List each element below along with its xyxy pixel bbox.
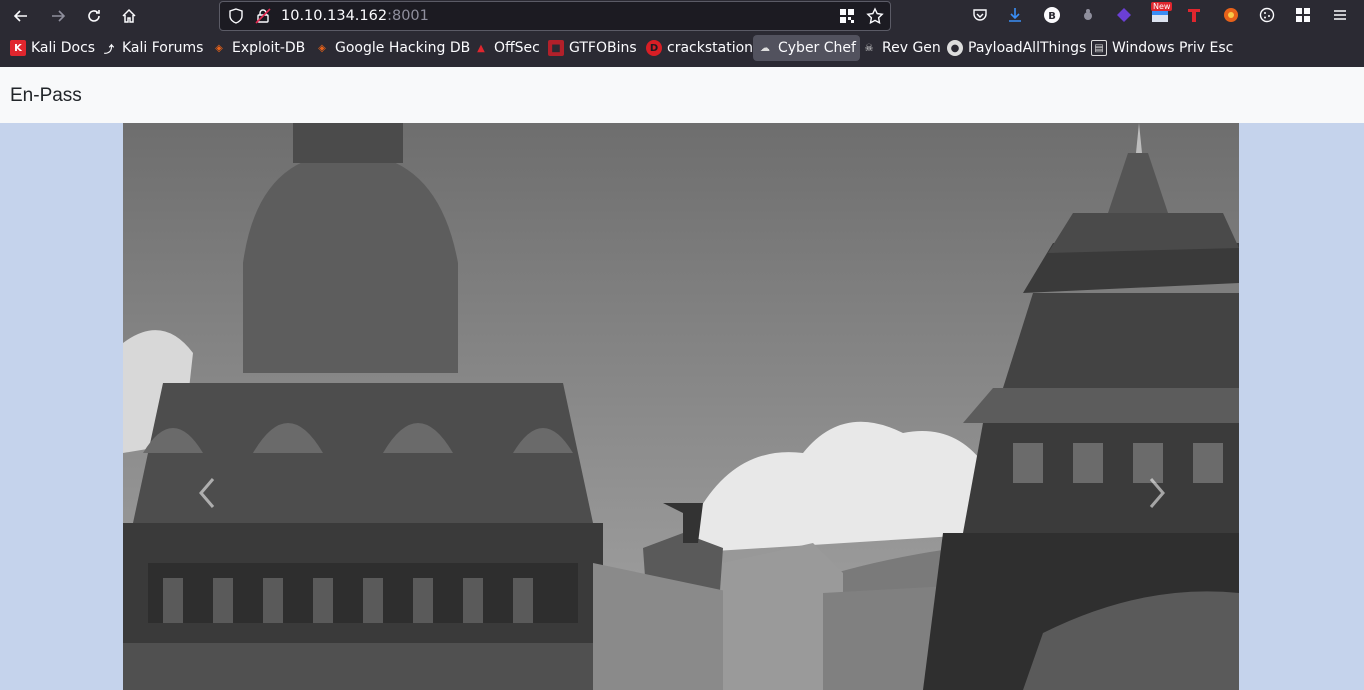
bookmark-crackstation[interactable]: Dcrackstation [642, 35, 757, 61]
url-host: 10.10.134.162 [281, 8, 388, 24]
hamburger-menu-icon[interactable] [1330, 5, 1350, 25]
bookmark-kali-docs[interactable]: K Kali Docs [6, 35, 99, 61]
gtfobins-icon: ■ [548, 40, 564, 56]
kali-dragon-icon: ⤴ [104, 44, 114, 56]
chevron-right-icon [1149, 478, 1165, 508]
reload-icon [88, 10, 100, 22]
image-carousel [123, 123, 1239, 690]
pocket-icon[interactable] [970, 5, 990, 25]
home-icon [122, 8, 136, 23]
navbar-brand[interactable]: En-Pass [10, 85, 82, 107]
bookmark-google-hacking-db[interactable]: ◈ Google Hacking DB [310, 35, 474, 61]
bookmark-label: Google Hacking DB [335, 40, 471, 56]
temple-photo [123, 123, 1239, 690]
bookmark-label: PayloadAllThings [968, 40, 1087, 56]
chevron-left-icon [199, 478, 215, 508]
ghdb-icon: ◈ [318, 42, 326, 54]
navigation-toolbar: 10.10.134.162:8001 B New [0, 0, 1364, 32]
cookie-icon[interactable] [1257, 5, 1277, 25]
bookmark-gtfobins[interactable]: ■ GTFOBins [544, 35, 641, 61]
purple-extension-icon[interactable] [1114, 5, 1134, 25]
bookmark-label: Cyber Chef [778, 40, 856, 56]
bug-icon[interactable] [1078, 5, 1098, 25]
qr-code-icon[interactable] [839, 8, 855, 24]
bookmark-label: Rev Gen [882, 40, 941, 56]
arrow-right-icon [52, 10, 66, 22]
carousel-next-button[interactable] [1141, 473, 1171, 513]
url-text[interactable]: 10.10.134.162:8001 [281, 8, 429, 24]
bookmark-cyber-chef[interactable]: ☁ Cyber Chef [753, 35, 860, 61]
exploit-db-icon: ◈ [215, 42, 223, 54]
kali-docs-icon: K [10, 40, 26, 56]
site-navbar: En-Pass [0, 67, 1364, 123]
carousel-prev-button[interactable] [193, 473, 223, 513]
bookmark-label: crackstation [667, 40, 754, 56]
url-bar[interactable]: 10.10.134.162:8001 [219, 1, 891, 31]
bookmark-label: Kali Forums [122, 40, 204, 56]
bookmark-label: Exploit-DB [232, 40, 306, 56]
home-button[interactable] [114, 1, 144, 31]
bookmark-label: Kali Docs [31, 40, 96, 56]
bookmark-exploit-db[interactable]: ◈ Exploit-DB [207, 35, 309, 61]
bookmark-rev-gen[interactable]: ☠ Rev Gen [857, 35, 945, 61]
browser-chrome: 10.10.134.162:8001 B New K Kali Docs ⤴ Kal… [0, 0, 1364, 67]
bookmarks-toolbar: K Kali Docs ⤴ Kali Forums ◈ Exploit-DB ◈ Goo… [0, 32, 1364, 67]
crackstation-icon: D [646, 40, 662, 56]
reload-button[interactable] [79, 1, 109, 31]
extension-b-icon[interactable]: B [1042, 5, 1062, 25]
back-button[interactable] [6, 1, 36, 31]
download-icon[interactable] [1005, 5, 1025, 25]
forward-button[interactable] [43, 1, 73, 31]
book-icon: ▤ [1091, 40, 1107, 56]
bookmark-offsec[interactable]: ▲ OffSec [469, 35, 544, 61]
extensions-puzzle-icon[interactable] [1293, 5, 1313, 25]
bookmark-kali-forums[interactable]: ⤴ Kali Forums [97, 35, 207, 61]
insecure-lock-icon[interactable] [255, 8, 271, 24]
bookmark-windows-priv-esc[interactable]: ▤ Windows Priv Esc [1087, 35, 1237, 61]
url-port: :8001 [387, 8, 429, 24]
foxy-extension-icon[interactable] [1221, 5, 1241, 25]
chef-hat-icon: ☁ [760, 42, 770, 54]
bookmark-label: OffSec [494, 40, 540, 56]
t-extension-icon[interactable] [1184, 5, 1204, 25]
new-badge: New [1151, 2, 1173, 11]
arrow-left-icon [13, 10, 27, 22]
github-icon: ● [947, 40, 963, 56]
bookmark-payloadallthings[interactable]: ● PayloadAllThings [943, 35, 1090, 61]
shield-icon[interactable] [228, 8, 244, 24]
bookmark-star-icon[interactable] [866, 7, 884, 25]
offsec-icon: ▲ [477, 42, 485, 54]
svg-text:B: B [1048, 11, 1056, 22]
skull-icon: ☠ [864, 42, 874, 54]
bookmark-label: Windows Priv Esc [1112, 40, 1234, 56]
bookmark-label: GTFOBins [569, 40, 637, 56]
